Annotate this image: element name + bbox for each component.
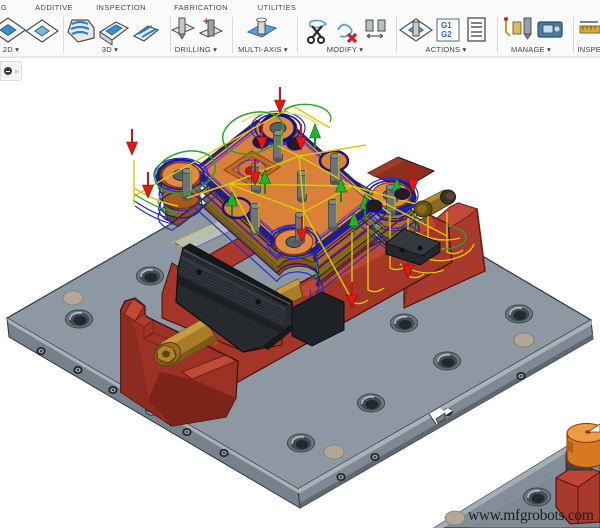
svg-text:G1: G1 bbox=[441, 21, 452, 30]
svg-text:G2: G2 bbox=[441, 30, 452, 39]
